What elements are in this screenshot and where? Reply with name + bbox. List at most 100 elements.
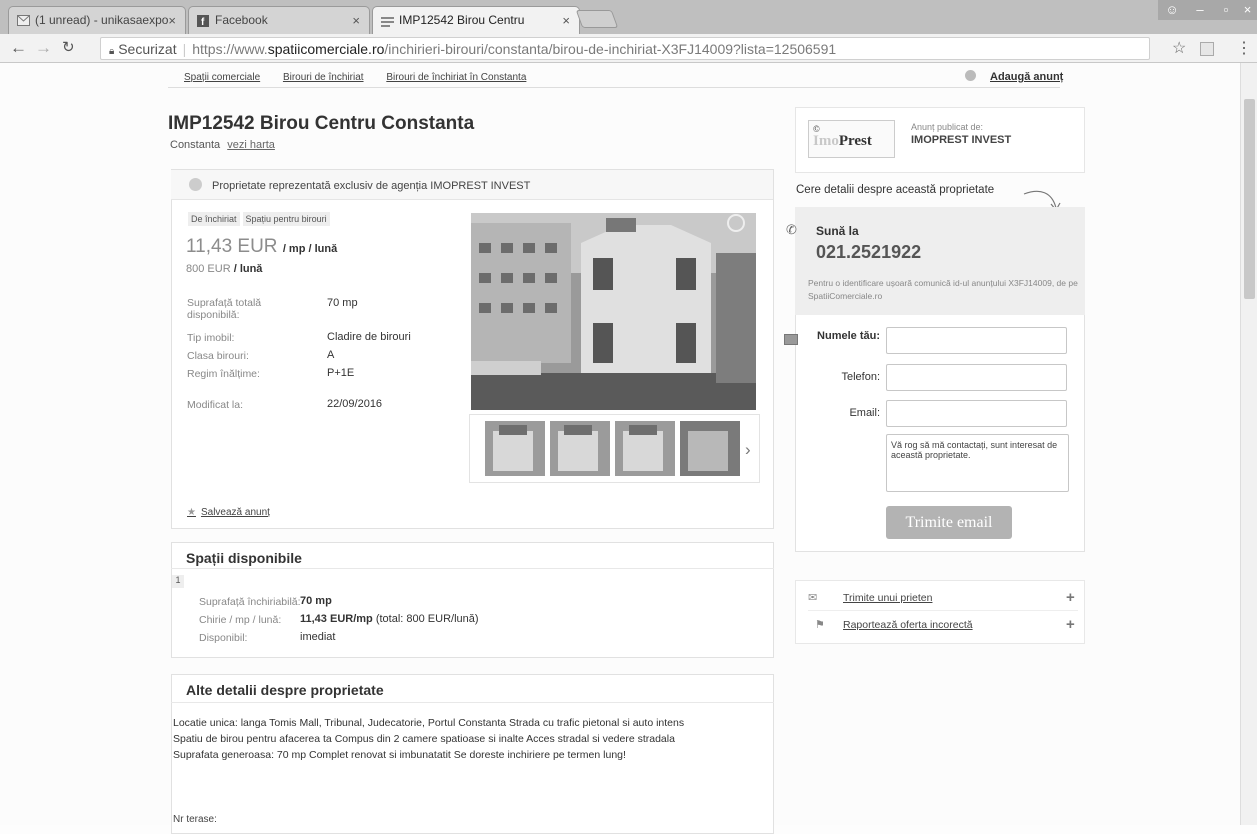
main-photo[interactable] xyxy=(471,213,756,410)
phone-label: Telefon: xyxy=(841,371,880,383)
detail-value: P+1E xyxy=(327,367,355,379)
tab-mail[interactable]: (1 unread) - unikasaexpo × xyxy=(8,6,186,34)
price-total-value: 800 EUR xyxy=(186,263,231,275)
space-extra: (total: 800 EUR/lună) xyxy=(375,613,479,625)
save-ad-label: Salvează anunț xyxy=(200,507,270,518)
maximize-button[interactable]: ▫ xyxy=(1212,0,1240,20)
divider xyxy=(168,87,1060,88)
agency-logo[interactable]: © ImoPrest xyxy=(808,120,895,158)
close-tab-icon[interactable]: × xyxy=(168,13,176,28)
name-field[interactable] xyxy=(886,327,1067,354)
actions-box xyxy=(795,580,1085,644)
add-ad-link[interactable]: Adaugă anunț xyxy=(965,70,1063,83)
space-value: imediat xyxy=(300,631,336,643)
map-link[interactable]: vezi harta xyxy=(227,139,275,151)
section-title: Spații disponibile xyxy=(186,550,302,566)
email-label: Email: xyxy=(849,407,880,419)
tab-facebook[interactable]: f Facebook × xyxy=(188,6,370,34)
breadcrumb: Spații comerciale Birouri de închiriat B… xyxy=(184,72,546,83)
detail-label: Tip imobil: xyxy=(187,332,235,344)
detail-label: Regim înălțime: xyxy=(187,368,260,380)
report-link[interactable]: Raportează oferta incorectă xyxy=(843,619,973,631)
close-window-button[interactable]: × xyxy=(1238,0,1257,20)
published-by-label: Anunț publicat de: xyxy=(911,122,984,132)
phone-icon: ✆ xyxy=(786,222,797,237)
breadcrumb-link[interactable]: Birouri de închiriat în Constanta xyxy=(386,72,526,83)
space-value: 70 mp xyxy=(300,595,332,607)
email-field[interactable] xyxy=(886,400,1067,427)
call-note: Pentru o identificare ușoară comunică id… xyxy=(808,278,1078,301)
thumbnail[interactable] xyxy=(615,421,675,476)
tab-label: Facebook xyxy=(215,13,268,27)
city: Constanta xyxy=(170,139,221,151)
location: Constanta vezi harta xyxy=(170,139,275,151)
envelope-icon: ✉ xyxy=(808,592,818,604)
next-arrow-icon[interactable]: › xyxy=(745,440,751,460)
url-prefix: https://www. xyxy=(192,41,268,57)
call-label: Sună la xyxy=(816,224,859,238)
menu-icon[interactable]: ⋮ xyxy=(1236,38,1252,58)
description: Locatie unica: langa Tomis Mall, Tribuna… xyxy=(173,715,773,763)
facebook-icon: f xyxy=(197,15,210,28)
message-field[interactable]: Vă rog să mă contactați, sunt interesat … xyxy=(886,434,1069,492)
agency-badge-icon xyxy=(189,178,202,191)
price: 11,43 EUR / mp / lună xyxy=(186,236,337,258)
url-path: /inchirieri-birouri/constanta/birou-de-i… xyxy=(384,41,837,57)
name-label: Numele tău: xyxy=(817,330,880,342)
forward-icon[interactable]: → xyxy=(35,38,52,58)
scrollbar[interactable] xyxy=(1240,63,1257,825)
terraces-label: Nr terase: xyxy=(173,814,217,825)
url-domain: spatiicomerciale.ro xyxy=(267,41,385,57)
address-bar[interactable]: 🔒︎ Securizat | https://www.spatiicomercial… xyxy=(100,37,1150,60)
close-tab-icon[interactable]: × xyxy=(562,13,570,28)
contact-prompt: Cere detalii despre această proprietate xyxy=(796,184,995,196)
new-tab-button[interactable] xyxy=(575,10,619,28)
bookmark-star-icon[interactable]: ☆ xyxy=(1172,38,1186,58)
space-value: 11,43 EUR/mp xyxy=(300,613,373,625)
detail-value: Cladire de birouri xyxy=(327,331,411,343)
send-friend-link[interactable]: Trimite unui prieten xyxy=(843,592,932,604)
plus-circle-icon xyxy=(965,70,976,81)
detail-label: Suprafață totală disponibilă: xyxy=(187,297,262,321)
divider xyxy=(808,610,1078,611)
building-photo xyxy=(471,213,756,410)
description-line: Suprafata generoasa: 70 mp Complet renov… xyxy=(173,749,626,761)
profile-icon[interactable]: ☺ xyxy=(1158,0,1186,20)
site-icon xyxy=(381,15,394,27)
tag: De închiriat xyxy=(188,212,240,226)
plus-icon[interactable]: + xyxy=(1066,589,1075,606)
thumbnail[interactable] xyxy=(550,421,610,476)
close-tab-icon[interactable]: × xyxy=(352,13,360,28)
plus-icon[interactable]: + xyxy=(1066,616,1075,633)
tab-strip: (1 unread) - unikasaexpo × f Facebook × … xyxy=(0,0,1257,34)
price-total: 800 EUR / lună xyxy=(186,263,262,275)
phone-number[interactable]: 021.2521922 xyxy=(816,242,921,263)
space-label: Disponibil: xyxy=(199,632,248,644)
minimize-button[interactable]: – xyxy=(1186,0,1214,20)
description-line: Locatie unica: langa Tomis Mall, Tribuna… xyxy=(173,717,685,729)
phone-field[interactable] xyxy=(886,364,1067,391)
reload-icon[interactable]: ↻ xyxy=(62,38,75,58)
send-email-button[interactable]: Trimite email xyxy=(886,506,1012,539)
price-value: 11,43 EUR xyxy=(186,236,278,257)
back-icon[interactable]: ← xyxy=(10,38,27,58)
tab-listing[interactable]: IMP12542 Birou Centru × xyxy=(372,6,580,34)
save-ad-link[interactable]: ★ Salvează anunț xyxy=(187,507,270,518)
breadcrumb-link[interactable]: Birouri de închiriat xyxy=(283,72,364,83)
extension-icon[interactable] xyxy=(1200,42,1214,56)
security-label: Securizat xyxy=(118,41,177,57)
agency-name[interactable]: IMOPREST INVEST xyxy=(911,134,1011,146)
tab-label: IMP12542 Birou Centru xyxy=(399,13,525,27)
thumbnail[interactable] xyxy=(680,421,740,476)
tag: Spațiu pentru birouri xyxy=(242,212,330,226)
space-label: Chirie / mp / lună: xyxy=(199,614,282,626)
divider xyxy=(171,568,774,569)
space-label: Suprafață închiriabilă: xyxy=(199,596,301,608)
detail-value: A xyxy=(327,349,335,361)
scrollbar-thumb[interactable] xyxy=(1244,99,1255,299)
space-index: 1 xyxy=(172,575,184,588)
breadcrumb-link[interactable]: Spații comerciale xyxy=(184,72,260,83)
photo-thumbnails xyxy=(469,414,760,483)
thumbnail[interactable] xyxy=(485,421,545,476)
description-line: Spatiu de birou pentru afacerea ta Compu… xyxy=(173,733,675,745)
